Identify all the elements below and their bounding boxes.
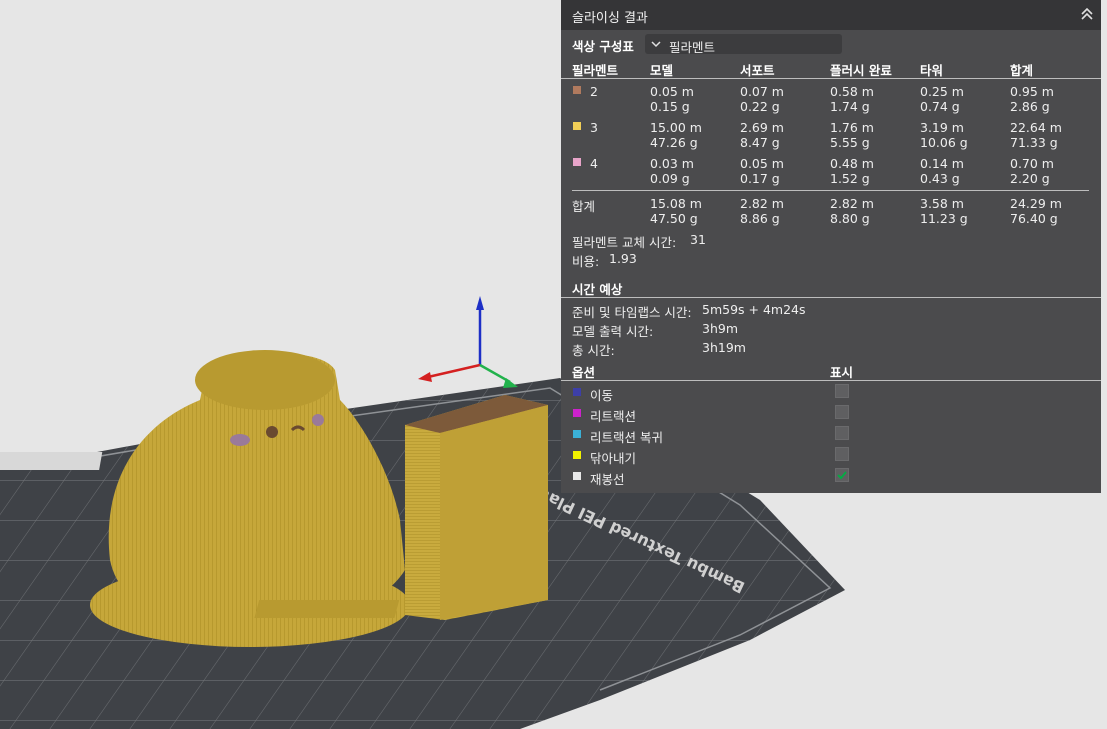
checkmark-icon bbox=[837, 471, 847, 480]
total-tower-length: 3.58 m bbox=[920, 196, 964, 211]
total-total-weight: 76.40 g bbox=[1010, 211, 1058, 226]
cell-flush-weight: 1.74 g bbox=[830, 99, 870, 114]
cell-model-length: 0.03 m bbox=[650, 156, 694, 171]
filament-id: 2 bbox=[590, 84, 598, 99]
total-support-weight: 8.86 g bbox=[740, 211, 780, 226]
options-title: 옵션 bbox=[572, 365, 596, 380]
filament-change-label: 필라멘트 교체 시간: bbox=[572, 235, 677, 250]
cell-tower-weight: 0.43 g bbox=[920, 171, 960, 186]
color-scheme-label: 색상 구성표 bbox=[572, 39, 634, 54]
total-model-weight: 47.50 g bbox=[650, 211, 698, 226]
panel-title-bar: 슬라이싱 결과 bbox=[561, 0, 1101, 30]
col-header-support: 서포트 bbox=[740, 63, 775, 78]
cell-model-length: 15.00 m bbox=[650, 120, 702, 135]
option-label: 리트랙션 bbox=[590, 409, 637, 424]
filament-color-swatch bbox=[573, 86, 581, 94]
header-divider bbox=[561, 78, 1101, 79]
cell-total-length: 22.64 m bbox=[1010, 120, 1062, 135]
option-label: 리트랙션 복귀 bbox=[590, 430, 663, 445]
cost-value: 1.93 bbox=[609, 251, 637, 266]
chevron-down-icon bbox=[651, 41, 661, 48]
filament-color-swatch bbox=[573, 158, 581, 166]
time-section-title: 시간 예상 bbox=[572, 282, 623, 297]
total-model-length: 15.08 m bbox=[650, 196, 702, 211]
total-flush-weight: 8.80 g bbox=[830, 211, 870, 226]
col-header-tower: 타워 bbox=[920, 63, 944, 78]
option-checkbox-checked[interactable] bbox=[835, 468, 849, 482]
cell-support-weight: 8.47 g bbox=[740, 135, 780, 150]
cell-flush-length: 0.58 m bbox=[830, 84, 874, 99]
color-scheme-select[interactable]: 필라멘트 bbox=[645, 34, 842, 55]
cell-total-length: 0.95 m bbox=[1010, 84, 1054, 99]
cell-support-length: 2.69 m bbox=[740, 120, 784, 135]
option-label: 이동 bbox=[590, 388, 614, 403]
legend-swatch bbox=[573, 409, 581, 417]
cell-flush-weight: 5.55 g bbox=[830, 135, 870, 150]
cell-flush-weight: 1.52 g bbox=[830, 171, 870, 186]
cell-total-weight: 2.86 g bbox=[1010, 99, 1050, 114]
filament-id: 4 bbox=[590, 156, 598, 171]
total-divider bbox=[572, 190, 1089, 191]
cost-label: 비용: bbox=[572, 254, 600, 269]
col-header-total: 합계 bbox=[1010, 63, 1034, 78]
cell-model-length: 0.05 m bbox=[650, 84, 694, 99]
cell-support-weight: 0.22 g bbox=[740, 99, 780, 114]
model-time-label: 모델 출력 시간: bbox=[572, 324, 654, 339]
cell-tower-weight: 10.06 g bbox=[920, 135, 968, 150]
cell-flush-length: 1.76 m bbox=[830, 120, 874, 135]
panel-title: 슬라이싱 결과 bbox=[572, 11, 648, 26]
filament-change-value: 31 bbox=[690, 232, 706, 247]
filament-color-swatch bbox=[573, 122, 581, 130]
option-checkbox[interactable] bbox=[835, 426, 849, 440]
axis-gizmo[interactable] bbox=[418, 296, 518, 388]
prep-time-value: 5m59s + 4m24s bbox=[702, 302, 806, 317]
cell-flush-length: 0.48 m bbox=[830, 156, 874, 171]
option-checkbox[interactable] bbox=[835, 447, 849, 461]
cell-total-length: 0.70 m bbox=[1010, 156, 1054, 171]
filament-id: 3 bbox=[590, 120, 598, 135]
prep-time-label: 준비 및 타임랩스 시간: bbox=[572, 305, 692, 320]
total-total-length: 24.29 m bbox=[1010, 196, 1062, 211]
legend-swatch bbox=[573, 472, 581, 480]
total-row-label: 합계 bbox=[572, 199, 596, 214]
total-time-label: 총 시간: bbox=[572, 343, 615, 358]
show-column-title: 표시 bbox=[830, 365, 854, 380]
col-header-model: 모델 bbox=[650, 63, 674, 78]
model-time-value: 3h9m bbox=[702, 321, 739, 336]
option-checkbox[interactable] bbox=[835, 384, 849, 398]
total-tower-weight: 11.23 g bbox=[920, 211, 968, 226]
cell-tower-length: 0.25 m bbox=[920, 84, 964, 99]
cell-support-length: 0.05 m bbox=[740, 156, 784, 171]
legend-swatch bbox=[573, 388, 581, 396]
cell-model-weight: 47.26 g bbox=[650, 135, 698, 150]
cell-total-weight: 2.20 g bbox=[1010, 171, 1050, 186]
legend-swatch bbox=[573, 430, 581, 438]
cell-support-weight: 0.17 g bbox=[740, 171, 780, 186]
cell-support-length: 0.07 m bbox=[740, 84, 784, 99]
time-divider bbox=[561, 297, 1101, 298]
option-label: 닦아내기 bbox=[590, 451, 637, 466]
total-support-length: 2.82 m bbox=[740, 196, 784, 211]
cell-tower-length: 3.19 m bbox=[920, 120, 964, 135]
options-divider bbox=[561, 380, 1101, 381]
cell-total-weight: 71.33 g bbox=[1010, 135, 1058, 150]
cell-model-weight: 0.15 g bbox=[650, 99, 690, 114]
option-checkbox[interactable] bbox=[835, 405, 849, 419]
collapse-icon[interactable] bbox=[1079, 6, 1095, 22]
total-time-value: 3h19m bbox=[702, 340, 746, 355]
color-scheme-value: 필라멘트 bbox=[669, 40, 716, 55]
cell-tower-weight: 0.74 g bbox=[920, 99, 960, 114]
col-header-filament: 필라멘트 bbox=[572, 63, 619, 78]
option-label: 재봉선 bbox=[590, 472, 625, 487]
legend-swatch bbox=[573, 451, 581, 459]
cell-tower-length: 0.14 m bbox=[920, 156, 964, 171]
total-flush-length: 2.82 m bbox=[830, 196, 874, 211]
cell-model-weight: 0.09 g bbox=[650, 171, 690, 186]
col-header-flush: 플러시 완료 bbox=[830, 63, 892, 78]
slicing-results-panel: 슬라이싱 결과 색상 구성표 필라멘트 필라멘트 모델 서포트 플러시 완료 타… bbox=[561, 0, 1101, 493]
